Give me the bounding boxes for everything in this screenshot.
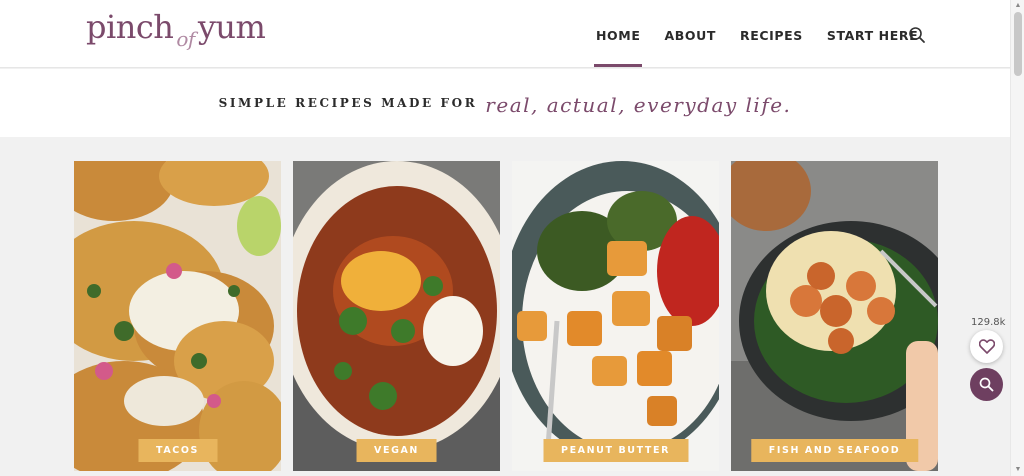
tacos-image (74, 161, 281, 471)
logo-text-pinch: pinch (86, 8, 174, 46)
nav-start-here[interactable]: START HERE (827, 28, 918, 43)
logo-text-yum: yum (197, 8, 266, 46)
site-header: pinch of yum HOME ABOUT RECIPES START HE… (0, 0, 1010, 68)
tagline-banner: SIMPLE RECIPES MADE FOR real, actual, ev… (0, 69, 1010, 137)
category-card-peanut-butter[interactable]: PEANUT BUTTER (512, 161, 719, 471)
favorites-count: 129.8k (971, 317, 1006, 328)
tagline-script: real, actual, everyday life. (485, 93, 792, 117)
category-card-tacos[interactable]: TACOS (74, 161, 281, 471)
category-label-peanut-butter[interactable]: PEANUT BUTTER (543, 439, 688, 462)
scrollbar-thumb[interactable] (1014, 12, 1022, 76)
page-scrollbar[interactable]: ▲ ▼ (1010, 0, 1024, 476)
heart-icon (978, 339, 995, 354)
logo-text-of: of (176, 27, 195, 51)
peanut-butter-bowl-image (512, 161, 719, 471)
category-card-vegan[interactable]: VEGAN (293, 161, 500, 471)
search-icon (979, 377, 994, 392)
category-card-fish-and-seafood[interactable]: FISH AND SEAFOOD (731, 161, 938, 471)
tagline-text: SIMPLE RECIPES MADE FOR (218, 96, 478, 110)
nav-about[interactable]: ABOUT (664, 28, 716, 43)
nav-recipes[interactable]: RECIPES (740, 28, 803, 43)
favorite-button[interactable] (970, 330, 1003, 363)
floating-search-button[interactable] (970, 368, 1003, 401)
category-label-fish-and-seafood[interactable]: FISH AND SEAFOOD (750, 439, 919, 462)
category-label-tacos[interactable]: TACOS (138, 439, 217, 462)
category-label-vegan[interactable]: VEGAN (356, 439, 437, 462)
scroll-down-icon[interactable]: ▼ (1014, 466, 1022, 474)
nav-home[interactable]: HOME (593, 28, 643, 67)
site-logo[interactable]: pinch of yum (86, 8, 266, 51)
scroll-up-icon[interactable]: ▲ (1014, 2, 1022, 10)
vegan-chili-image (293, 161, 500, 471)
main-nav: HOME ABOUT RECIPES START HERE (593, 28, 942, 67)
search-icon[interactable] (908, 26, 926, 44)
shrimp-bowl-image (731, 161, 938, 471)
